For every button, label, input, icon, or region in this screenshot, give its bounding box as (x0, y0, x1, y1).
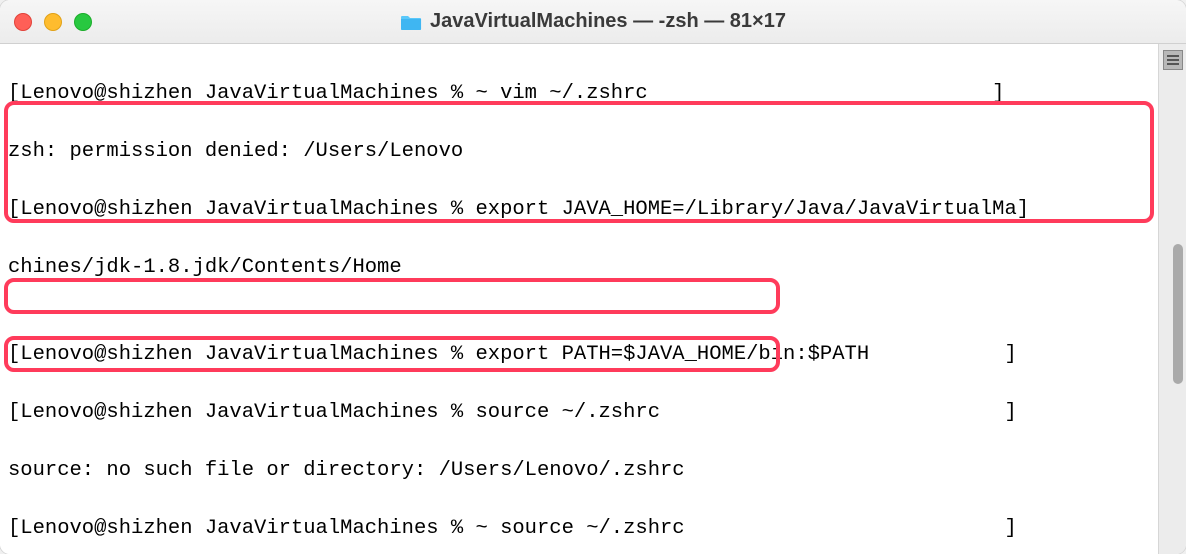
close-button[interactable] (14, 13, 32, 31)
terminal-line: [Lenovo@shizhen JavaVirtualMachines % ex… (8, 195, 1154, 224)
terminal-content[interactable]: [Lenovo@shizhen JavaVirtualMachines % ~ … (0, 44, 1158, 554)
titlebar[interactable]: JavaVirtualMachines — -zsh — 81×17 (0, 0, 1186, 44)
terminal-line: [Lenovo@shizhen JavaVirtualMachines % ~ … (8, 514, 1154, 543)
terminal-line: [Lenovo@shizhen JavaVirtualMachines % ex… (8, 340, 1154, 369)
maximize-button[interactable] (74, 13, 92, 31)
terminal-line: zsh: permission denied: /Users/Lenovo (8, 137, 1154, 166)
terminal-line: source: no such file or directory: /User… (8, 456, 1154, 485)
minimize-button[interactable] (44, 13, 62, 31)
terminal-line: [Lenovo@shizhen JavaVirtualMachines % ~ … (8, 79, 1154, 108)
window-title-text: JavaVirtualMachines — -zsh — 81×17 (430, 10, 786, 33)
right-gutter (1158, 44, 1186, 554)
window-title: JavaVirtualMachines — -zsh — 81×17 (400, 10, 786, 33)
terminal-window: JavaVirtualMachines — -zsh — 81×17 [Leno… (0, 0, 1186, 554)
traffic-lights (14, 13, 92, 31)
terminal-line: [Lenovo@shizhen JavaVirtualMachines % so… (8, 398, 1154, 427)
scrollbar-thumb[interactable] (1173, 244, 1183, 384)
folder-icon (400, 13, 422, 31)
list-icon[interactable] (1163, 50, 1183, 70)
terminal-line: chines/jdk-1.8.jdk/Contents/Home (8, 253, 1154, 282)
